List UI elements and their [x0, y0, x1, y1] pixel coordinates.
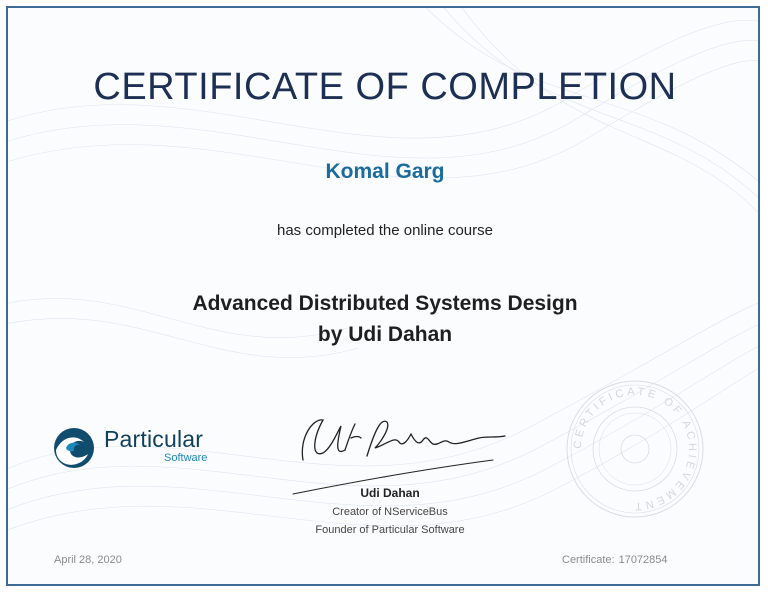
- recipient-name: Komal Garg: [325, 160, 445, 183]
- particular-software-logo: Particular Software: [52, 426, 232, 470]
- certificate-frame: CERTIFICATE OF COMPLETION Komal Garg has…: [6, 6, 760, 586]
- course-title: Advanced Distributed Systems Design by U…: [8, 288, 758, 350]
- particular-wave-logo-icon: [54, 428, 94, 468]
- signer-role-1: Creator of NServiceBus: [332, 506, 448, 518]
- signer-role-2: Founder of Particular Software: [315, 524, 465, 536]
- svg-text:CERTIFICATE OF ACHIEVEMENT: CERTIFICATE OF ACHIEVEMENT: [572, 386, 698, 512]
- logo-name: Particular: [104, 426, 204, 452]
- completion-statement: has completed the online course: [277, 222, 493, 239]
- logo-subtitle: Software: [164, 452, 208, 464]
- course-title-line1: Advanced Distributed Systems Design: [192, 292, 578, 315]
- issue-date: April 28, 2020: [54, 554, 122, 566]
- signer-name: Udi Dahan: [360, 486, 420, 500]
- course-title-line2: by Udi Dahan: [317, 323, 453, 346]
- certificate-title: CERTIFICATE OF COMPLETION: [93, 66, 677, 108]
- certificate-id: Certificate: 17072854: [562, 554, 672, 566]
- certificate-number: 17072854: [618, 554, 668, 566]
- seal-text: CERTIFICATE OF ACHIEVEMENT: [572, 386, 695, 512]
- achievement-seal: CERTIFICATE OF ACHIEVEMENT: [566, 380, 704, 518]
- certificate-label: Certificate:: [562, 554, 615, 566]
